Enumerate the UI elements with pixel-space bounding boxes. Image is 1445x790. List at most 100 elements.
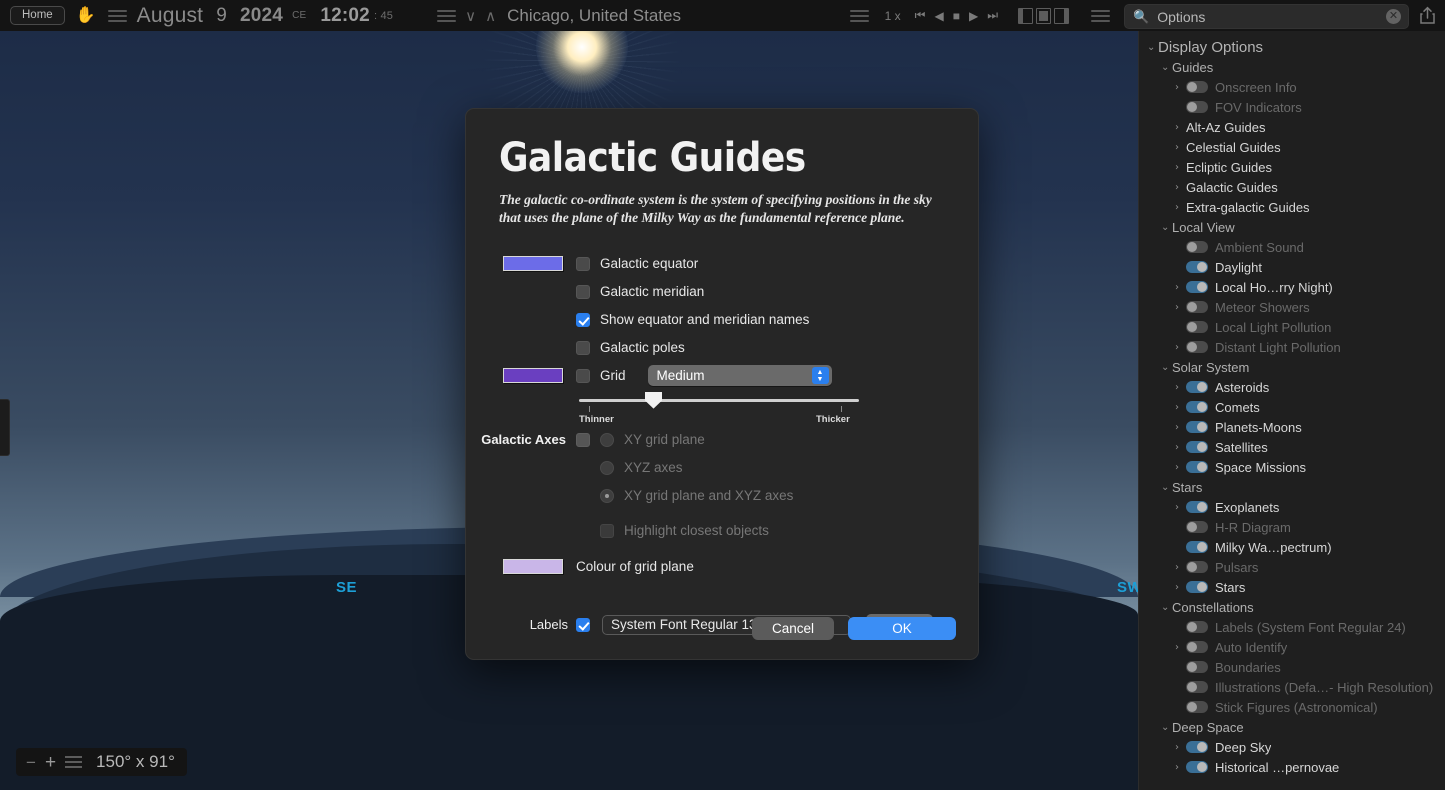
toggle-switch[interactable]: [1186, 421, 1208, 433]
location-value[interactable]: Chicago, United States: [507, 6, 681, 26]
chevron-down-icon[interactable]: ⌄: [1161, 602, 1172, 613]
toggle-switch[interactable]: [1186, 381, 1208, 393]
grid-density-dropdown[interactable]: Medium ▲▼: [648, 365, 832, 386]
search-field[interactable]: 🔍 Options ✕: [1124, 4, 1409, 29]
toggle-switch[interactable]: [1186, 681, 1208, 693]
toggle-switch[interactable]: [1186, 541, 1208, 553]
grid-color-swatch[interactable]: [503, 368, 563, 383]
seconds-value[interactable]: : 45: [374, 10, 393, 22]
chevron-right-icon[interactable]: ›: [1175, 742, 1186, 753]
chevron-right-icon[interactable]: ›: [1175, 202, 1186, 213]
toggle-switch[interactable]: [1186, 761, 1208, 773]
chevron-right-icon[interactable]: ›: [1175, 462, 1186, 473]
galactic-poles-checkbox[interactable]: [576, 341, 590, 355]
toggle-switch[interactable]: [1186, 701, 1208, 713]
thickness-slider[interactable]: Thinner Thicker: [579, 399, 859, 402]
show-equator-meridian-names-checkbox[interactable]: [576, 313, 590, 327]
toggle-switch[interactable]: [1186, 561, 1208, 573]
layout-left-icon[interactable]: [1018, 8, 1033, 24]
sidebar-item-local-light-pollution[interactable]: Local Light Pollution: [1139, 317, 1445, 337]
xy-grid-plane-radio[interactable]: [600, 433, 614, 447]
time-flow-menu-icon[interactable]: [850, 10, 869, 22]
layout-center-icon[interactable]: [1036, 8, 1051, 24]
sidebar-item-local-view[interactable]: ⌄Local View: [1139, 217, 1445, 237]
chevron-up-icon[interactable]: ∧: [485, 7, 496, 25]
toggle-switch[interactable]: [1186, 501, 1208, 513]
era-value[interactable]: CE: [292, 10, 306, 21]
chevron-right-icon[interactable]: ›: [1175, 442, 1186, 453]
toggle-switch[interactable]: [1186, 341, 1208, 353]
day-value[interactable]: 9: [216, 5, 227, 27]
sidebar-item-deep-sky[interactable]: ›Deep Sky: [1139, 737, 1445, 757]
zoom-in-button[interactable]: +: [45, 753, 56, 772]
chevron-down-icon[interactable]: ⌄: [1161, 362, 1172, 373]
sidebar-item-boundaries[interactable]: Boundaries: [1139, 657, 1445, 677]
toggle-switch[interactable]: [1186, 81, 1208, 93]
sidebar-item-fov-indicators[interactable]: FOV Indicators: [1139, 97, 1445, 117]
sidebar-item-display-options[interactable]: ⌄Display Options: [1139, 37, 1445, 57]
hand-icon[interactable]: ✋: [76, 8, 96, 24]
toggle-switch[interactable]: [1186, 441, 1208, 453]
sidebar-item-distant-light-pollution[interactable]: ›Distant Light Pollution: [1139, 337, 1445, 357]
xy-grid-plane-and-xyz-axes-radio[interactable]: [600, 489, 614, 503]
sidebar-item-h-r-diagram[interactable]: H-R Diagram: [1139, 517, 1445, 537]
toggle-switch[interactable]: [1186, 661, 1208, 673]
sidebar-item-asteroids[interactable]: ›Asteroids: [1139, 377, 1445, 397]
sidebar-item-milky-wa-pectrum[interactable]: Milky Wa…pectrum): [1139, 537, 1445, 557]
toggle-switch[interactable]: [1186, 581, 1208, 593]
sidebar-item-planets-moons[interactable]: ›Planets-Moons: [1139, 417, 1445, 437]
toggle-switch[interactable]: [1186, 641, 1208, 653]
toggle-switch[interactable]: [1186, 261, 1208, 273]
toggle-switch[interactable]: [1186, 401, 1208, 413]
sidebar-item-auto-identify[interactable]: ›Auto Identify: [1139, 637, 1445, 657]
step-back-icon[interactable]: ◀: [934, 9, 943, 23]
chevron-right-icon[interactable]: ›: [1175, 642, 1186, 653]
sidebar-item-galactic-guides[interactable]: ›Galactic Guides: [1139, 177, 1445, 197]
time-rate-value[interactable]: 1 x: [885, 9, 901, 23]
chevron-down-icon[interactable]: ⌄: [1161, 722, 1172, 733]
chevron-right-icon[interactable]: ›: [1175, 562, 1186, 573]
toggle-switch[interactable]: [1186, 281, 1208, 293]
sidebar-item-alt-az-guides[interactable]: ›Alt-Az Guides: [1139, 117, 1445, 137]
slider-track[interactable]: [579, 399, 859, 402]
chevron-right-icon[interactable]: ›: [1175, 342, 1186, 353]
chevron-right-icon[interactable]: ›: [1175, 422, 1186, 433]
xyz-axes-radio[interactable]: [600, 461, 614, 475]
zoom-menu-icon[interactable]: [65, 756, 82, 768]
sidebar-item-celestial-guides[interactable]: ›Celestial Guides: [1139, 137, 1445, 157]
sidebar-item-historical-pernovae[interactable]: ›Historical …pernovae: [1139, 757, 1445, 777]
layout-right-icon[interactable]: [1054, 8, 1069, 24]
chevron-right-icon[interactable]: ›: [1175, 282, 1186, 293]
chevron-right-icon[interactable]: ›: [1175, 122, 1186, 133]
grid-plane-color-swatch[interactable]: [503, 559, 563, 574]
zoom-out-button[interactable]: −: [26, 754, 36, 771]
sidebar-item-meteor-showers[interactable]: ›Meteor Showers: [1139, 297, 1445, 317]
year-value[interactable]: 2024: [240, 5, 283, 27]
chevron-right-icon[interactable]: ›: [1175, 302, 1186, 313]
highlight-closest-objects-checkbox[interactable]: [600, 524, 614, 538]
chevron-right-icon[interactable]: ›: [1175, 142, 1186, 153]
time-value[interactable]: 12:02: [320, 5, 370, 27]
galactic-meridian-checkbox[interactable]: [576, 285, 590, 299]
ok-button[interactable]: OK: [848, 617, 956, 640]
cancel-button[interactable]: Cancel: [752, 617, 834, 640]
skip-to-end-icon[interactable]: ⏭: [987, 8, 998, 23]
skip-to-start-icon[interactable]: ⏮: [915, 8, 926, 23]
toggle-switch[interactable]: [1186, 621, 1208, 633]
toggle-switch[interactable]: [1186, 101, 1208, 113]
chevron-right-icon[interactable]: ›: [1175, 762, 1186, 773]
sidebar-item-solar-system[interactable]: ⌄Solar System: [1139, 357, 1445, 377]
sidebar-item-guides[interactable]: ⌄Guides: [1139, 57, 1445, 77]
sidebar-menu-icon[interactable]: [1091, 10, 1110, 22]
labels-checkbox[interactable]: [576, 618, 590, 632]
share-icon[interactable]: [1418, 5, 1437, 26]
sidebar-item-stars[interactable]: ⌄Stars: [1139, 477, 1445, 497]
sidebar-item-labels-system-font-regular-24[interactable]: Labels (System Font Regular 24): [1139, 617, 1445, 637]
chevron-right-icon[interactable]: ›: [1175, 382, 1186, 393]
sidebar-item-extra-galactic-guides[interactable]: ›Extra-galactic Guides: [1139, 197, 1445, 217]
toggle-switch[interactable]: [1186, 461, 1208, 473]
sidebar-item-ambient-sound[interactable]: Ambient Sound: [1139, 237, 1445, 257]
clear-icon[interactable]: ✕: [1386, 9, 1401, 24]
chevron-right-icon[interactable]: ›: [1175, 582, 1186, 593]
toggle-switch[interactable]: [1186, 321, 1208, 333]
